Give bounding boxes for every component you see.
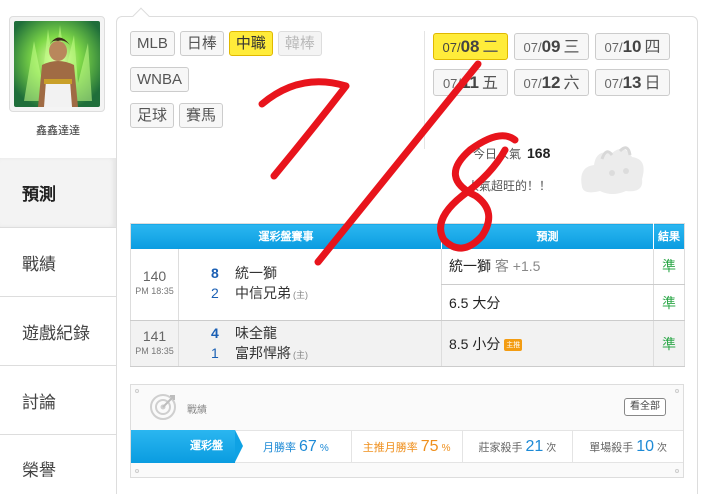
home-score: 2: [211, 285, 219, 302]
sport-tag-cpbl[interactable]: 中職: [228, 31, 273, 56]
menu-item-game-history[interactable]: 遊戲紀錄: [0, 296, 116, 365]
prediction-table: 運彩盤賽事 預測 結果 140 PM 18:35 8 統一獅 2 中信兄弟 (主) 統…: [130, 223, 685, 367]
monthly-win-rate: 月勝率 67%: [235, 430, 352, 463]
header-divider: [424, 31, 425, 149]
date-button[interactable]: 07/12 六: [514, 69, 589, 96]
popularity-count: 168: [527, 145, 551, 161]
corner-dot: [135, 469, 139, 473]
mascot-illustration: [581, 146, 644, 194]
sport-tag-soccer[interactable]: 足球: [130, 103, 175, 128]
home-tag: (主): [293, 290, 308, 301]
result-cell: 準: [653, 320, 685, 367]
away-team[interactable]: 味全龍: [235, 325, 277, 341]
table-row: 141 PM 18:35 4 味全龍 1 富邦悍將 (主) 8.5 小分 主推 準: [130, 320, 685, 367]
table-row: 140 PM 18:35 8 統一獅 2 中信兄弟 (主) 統一獅 客 +1.5 準: [130, 248, 685, 321]
header-result: 結果: [653, 223, 685, 249]
stats-bar: 運彩盤 月勝率 67% 主推月勝率 75% 莊家殺手 21 次 單場殺手 10 次: [131, 430, 683, 463]
game-id-cell: 141 PM 18:35: [130, 320, 179, 367]
corner-dot: [675, 389, 679, 393]
date-button[interactable]: 07/08 二: [433, 33, 508, 60]
prediction-main: 統一獅: [449, 258, 491, 275]
matchup-cell: 8 統一獅 2 中信兄弟 (主): [178, 248, 442, 321]
header-matchup: 運彩盤賽事: [130, 223, 442, 249]
menu-item-discussion[interactable]: 討論: [0, 365, 116, 434]
username: 鑫鑫達達: [36, 125, 80, 137]
date-button[interactable]: 07/09 三: [514, 33, 589, 60]
away-score: 8: [211, 265, 219, 282]
popularity: 今日人氣 168: [473, 145, 550, 162]
date-selector: 07/08 二 07/09 三 07/10 四 07/11 五 07/12 六 07/13…: [433, 33, 683, 96]
sport-filter: MLB 日棒 中職 韓棒 WNBA 足球 賽馬: [130, 31, 420, 139]
featured-monthly-win-rate: 主推月勝率 75%: [352, 430, 463, 463]
prediction-panel: MLB 日棒 中職 韓棒 WNBA 足球 賽馬 07/08 二 07/09 三 07…: [116, 7, 698, 494]
game-number: 140: [142, 268, 167, 285]
target-icon: [150, 394, 176, 420]
prediction-sub: 客 +1.5: [494, 258, 541, 275]
game-time: PM 18:35: [135, 286, 174, 297]
featured-pick-badge: 主推: [504, 338, 523, 351]
home-team[interactable]: 富邦悍將: [235, 345, 291, 361]
sport-tag-kbo[interactable]: 韓棒: [277, 31, 322, 56]
stats-title: 戰績: [187, 405, 207, 416]
avatar[interactable]: [14, 21, 100, 107]
away-score: 4: [211, 324, 219, 341]
sidebar: 鑫鑫達達 預測 戰績 遊戲紀錄 討論 榮譽: [0, 0, 116, 494]
date-button[interactable]: 07/13 日: [595, 69, 670, 96]
game-number: 141: [142, 327, 167, 344]
home-score: 1: [211, 344, 219, 361]
side-menu: 預測 戰績 遊戲紀錄 討論 榮譽: [0, 158, 116, 494]
result-cell: 準: [653, 248, 685, 285]
sport-tag-mlb[interactable]: MLB: [130, 31, 175, 56]
prediction-cell: 8.5 小分 主推: [441, 320, 654, 367]
header-prediction: 預測: [441, 223, 654, 249]
corner-dot: [135, 389, 139, 393]
menu-item-prediction[interactable]: 預測: [0, 158, 116, 227]
stats-panel: 戰績 看全部 運彩盤 月勝率 67% 主推月勝率 75% 莊家殺手 21 次 單場殺手 1…: [130, 384, 684, 478]
stats-category-label: 運彩盤: [131, 430, 243, 463]
sport-tag-npb[interactable]: 日棒: [179, 31, 224, 56]
home-tag: (主): [293, 349, 308, 360]
sport-tag-horse-racing[interactable]: 賽馬: [179, 103, 224, 128]
matchup-cell: 4 味全龍 1 富邦悍將 (主): [178, 320, 442, 367]
bookmaker-killer: 莊家殺手 21 次: [463, 430, 574, 463]
panel-pointer: [132, 7, 150, 25]
game-time: PM 18:35: [135, 345, 174, 356]
result-cell: 準: [653, 284, 685, 321]
date-button[interactable]: 07/11 五: [433, 69, 508, 96]
popularity-message: 人氣超旺的！！: [467, 179, 552, 193]
away-team[interactable]: 統一獅: [235, 265, 277, 281]
prediction-main: 8.5 小分: [449, 335, 501, 352]
prediction-cell: 統一獅 客 +1.5: [441, 248, 654, 285]
avatar-frame: [9, 16, 105, 112]
date-button[interactable]: 07/10 四: [595, 33, 670, 60]
prediction-main: 6.5 大分: [449, 294, 501, 311]
menu-item-honor[interactable]: 榮譽: [0, 434, 116, 494]
sport-tag-wnba[interactable]: WNBA: [130, 67, 189, 92]
single-game-killer: 單場殺手 10 次: [589, 438, 668, 455]
corner-dot: [675, 469, 679, 473]
see-all-button[interactable]: 看全部: [624, 398, 666, 416]
popularity-label: 今日人氣: [473, 147, 522, 161]
home-team[interactable]: 中信兄弟: [235, 285, 291, 301]
prediction-cell: 6.5 大分: [441, 284, 654, 321]
game-id-cell: 140 PM 18:35: [130, 248, 179, 321]
menu-item-record[interactable]: 戰績: [0, 227, 116, 296]
